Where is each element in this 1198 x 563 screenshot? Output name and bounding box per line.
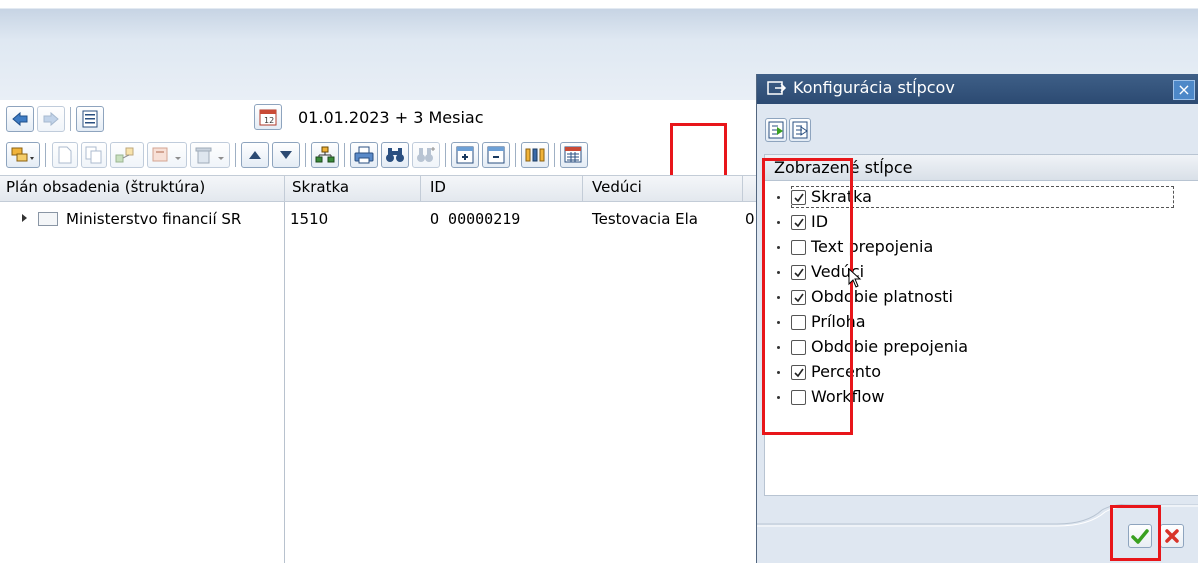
- dialog-title-bar[interactable]: Konfigurácia stĺpcov ×: [757, 74, 1198, 104]
- date-range-label: 01.01.2023 + 3 Mesiac: [298, 108, 484, 127]
- columns-icon: [525, 148, 545, 162]
- new-document-icon: [58, 146, 72, 164]
- column-layout-button[interactable]: [521, 142, 549, 168]
- mouse-cursor: [848, 267, 862, 292]
- find-next-button[interactable]: [412, 142, 440, 168]
- header-veduci[interactable]: Vedúci: [592, 178, 642, 196]
- dialog-title: Konfigurácia stĺpcov: [793, 78, 955, 97]
- expand-button[interactable]: [451, 142, 479, 168]
- header-id[interactable]: ID: [430, 178, 446, 196]
- deselect-all-icon: [792, 121, 808, 139]
- edit-object-icon: [152, 147, 181, 162]
- select-all-button[interactable]: [765, 118, 787, 142]
- org-chart-icon: [315, 146, 335, 163]
- header-structure[interactable]: Plán obsadenia (štruktúra): [6, 178, 205, 196]
- edit-menu-button[interactable]: [147, 142, 187, 168]
- triangle-up-icon: [249, 151, 261, 159]
- relationship-button[interactable]: [110, 142, 144, 168]
- header-skratka[interactable]: Skratka: [292, 178, 349, 196]
- binoculars-icon: [386, 148, 404, 162]
- table-header: Plán obsadenia (štruktúra) Skratka ID Ve…: [0, 175, 760, 202]
- back-button[interactable]: [6, 106, 34, 132]
- svg-text:12: 12: [264, 116, 274, 125]
- move-up-button[interactable]: [241, 142, 269, 168]
- list-icon: [82, 110, 98, 128]
- calendar-button[interactable]: 12: [254, 104, 282, 130]
- list-overview-button[interactable]: [76, 106, 104, 132]
- print-button[interactable]: [350, 142, 378, 168]
- highlight-column-config: [670, 123, 727, 182]
- hierarchy-icon: [11, 147, 34, 162]
- copy-icon: [85, 146, 102, 164]
- delete-menu-button[interactable]: [190, 142, 230, 168]
- org-unit-icon: [38, 212, 58, 226]
- new-button[interactable]: [52, 142, 78, 168]
- cancel-button[interactable]: [1160, 524, 1184, 548]
- collapse-icon: [487, 146, 505, 164]
- triangle-down-icon: [280, 151, 292, 159]
- org-structure-button[interactable]: [311, 142, 339, 168]
- cancel-x-icon: [1165, 529, 1179, 543]
- window-icon: [767, 81, 787, 95]
- cell-extra: 0: [745, 210, 755, 228]
- select-all-icon: [768, 121, 784, 139]
- dialog-close-button[interactable]: ×: [1173, 80, 1195, 100]
- expand-icon: [456, 146, 474, 164]
- forward-button[interactable]: [37, 106, 65, 132]
- cell-skratka: 1510: [290, 210, 329, 228]
- column-config-button[interactable]: [560, 142, 588, 168]
- relationship-icon: [115, 147, 134, 163]
- arrow-left-icon: [12, 111, 28, 127]
- highlight-confirm: [1110, 505, 1161, 561]
- find-next-icon: [417, 147, 435, 162]
- cell-veduci: Testovacia Ela: [592, 210, 698, 228]
- find-button[interactable]: [381, 142, 409, 168]
- calendar-icon: 12: [259, 109, 277, 126]
- highlight-checkboxes: [762, 158, 853, 435]
- tree-divider: [284, 202, 285, 563]
- arrow-right-icon: [43, 111, 59, 127]
- tree-node-name[interactable]: Ministerstvo financií SR: [66, 210, 241, 228]
- hierarchy-menu-button[interactable]: [6, 142, 40, 168]
- deselect-all-button[interactable]: [789, 118, 811, 142]
- move-down-button[interactable]: [272, 142, 300, 168]
- table-settings-icon: [564, 146, 582, 163]
- trash-icon: [195, 147, 224, 164]
- copy-button[interactable]: [81, 142, 107, 168]
- collapse-button[interactable]: [482, 142, 510, 168]
- expand-node-icon[interactable]: [22, 214, 27, 222]
- printer-icon: [354, 146, 374, 164]
- close-icon: ×: [1177, 80, 1191, 99]
- cell-id: O 00000219: [430, 210, 521, 228]
